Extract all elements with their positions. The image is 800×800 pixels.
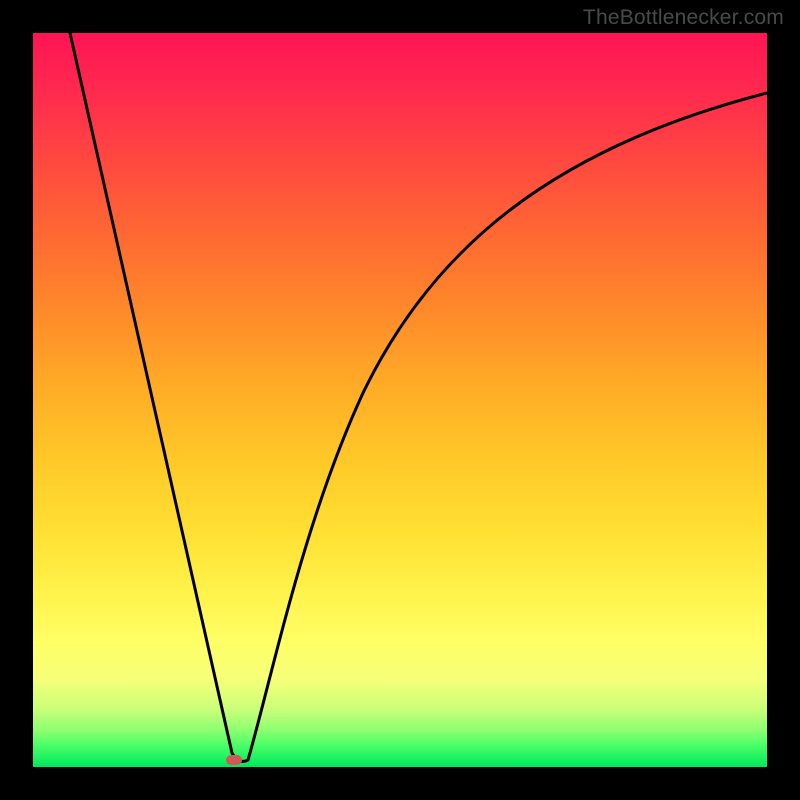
curve-layer bbox=[33, 33, 767, 767]
chart-frame: TheBottlenecker.com bbox=[0, 0, 800, 800]
curve-right-limb bbox=[248, 93, 767, 760]
watermark-text: TheBottlenecker.com bbox=[583, 6, 784, 30]
curve-left-limb bbox=[70, 33, 232, 753]
optimal-point-marker bbox=[226, 755, 242, 765]
plot-area bbox=[33, 33, 767, 767]
